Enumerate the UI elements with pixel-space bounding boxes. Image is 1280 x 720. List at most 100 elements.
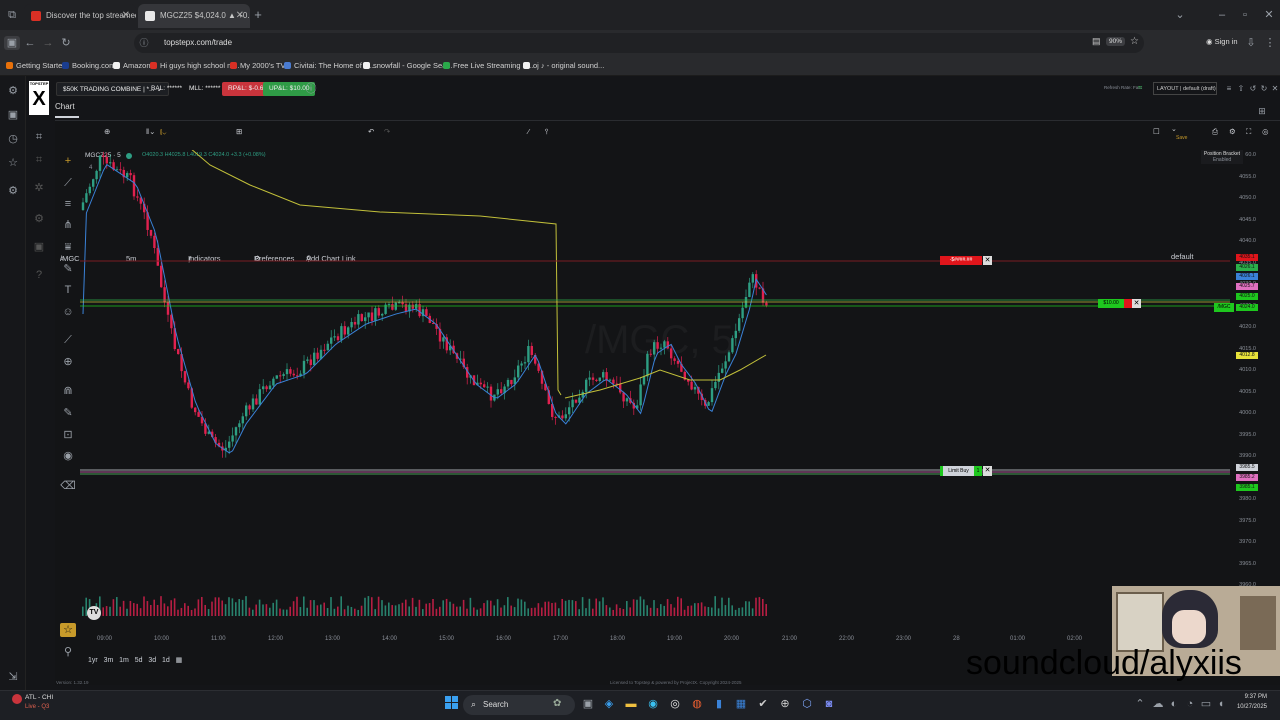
taskbar-search[interactable]: ⌕ Search ✿: [463, 695, 575, 715]
edge-icon[interactable]: ◉: [645, 697, 661, 711]
bookmark-item[interactable]: oj ♪ - original sound...: [523, 61, 604, 70]
steam-icon[interactable]: ✔: [755, 697, 771, 711]
app-icon[interactable]: ▮: [711, 697, 727, 711]
maximize-icon[interactable]: ▫: [1237, 8, 1253, 22]
reader-icon[interactable]: ▤: [1092, 36, 1101, 47]
range-button[interactable]: 1yr: [88, 657, 98, 664]
emoji-icon[interactable]: ☺: [60, 305, 76, 319]
layout-select[interactable]: LAYOUT | default (draft): [1153, 82, 1217, 95]
redo-icon[interactable]: ↷: [384, 127, 390, 136]
pin-icon[interactable]: ⚲: [60, 645, 76, 659]
back-icon[interactable]: ←: [22, 36, 38, 50]
bookmark-item[interactable]: snowfall - Google Sea...: [363, 61, 453, 70]
tab-chart[interactable]: Chart: [55, 102, 75, 111]
discord-icon[interactable]: ◙: [821, 697, 837, 711]
calendar-icon[interactable]: ▦: [176, 657, 183, 664]
weather-title[interactable]: ATL - CHI: [25, 694, 53, 701]
checkbox-icon[interactable]: ☐: [1153, 127, 1160, 136]
price-chart[interactable]: [80, 150, 1230, 630]
range-button[interactable]: 3d: [148, 657, 156, 664]
menu-dots-icon[interactable]: ⋮: [1262, 36, 1278, 50]
cancel-order-icon[interactable]: ✕: [983, 256, 992, 265]
forward-icon[interactable]: →: [40, 36, 56, 50]
sidebar-toggle-icon[interactable]: ▣: [4, 36, 20, 50]
network-icon[interactable]: ▭: [1198, 697, 1214, 711]
ruler-icon[interactable]: ⟋: [60, 333, 76, 347]
text-icon[interactable]: T: [60, 283, 76, 297]
sign-in-button[interactable]: ◉ Sign in: [1206, 37, 1238, 46]
trendline-icon[interactable]: ⟋: [60, 176, 76, 190]
store-icon[interactable]: ▦: [733, 697, 749, 711]
price-axis[interactable]: 60.04055.04050.04045.04040.04035.04030.0…: [1230, 150, 1258, 600]
limit-buy-tag[interactable]: Limit Buy: [940, 466, 974, 476]
app2-icon[interactable]: ⊕: [777, 697, 793, 711]
layout-grid-icon[interactable]: ⊞: [236, 127, 242, 136]
settings-gear-icon[interactable]: ⚙: [31, 212, 47, 226]
range-button[interactable]: 1m: [119, 657, 129, 664]
favorites-icon[interactable]: ☆: [5, 156, 21, 170]
close-icon[interactable]: ✕: [122, 4, 130, 28]
template-save[interactable]: Save: [1176, 135, 1187, 141]
eye-icon[interactable]: ◉: [60, 449, 76, 463]
bookmark-item[interactable]: Amazon: [113, 61, 151, 70]
horizontal-lines-icon[interactable]: ≡: [60, 197, 76, 211]
tray-app-icon[interactable]: ☁: [1150, 697, 1166, 711]
trade-icon[interactable]: ⚙: [5, 84, 21, 98]
history-icon[interactable]: ◷: [5, 132, 21, 146]
bookmark-item[interactable]: Hi guys high school m...: [150, 61, 240, 70]
tools-icon[interactable]: ✲: [31, 181, 47, 195]
minimize-icon[interactable]: –: [1214, 8, 1230, 22]
magnet-icon[interactable]: ⋒: [60, 384, 76, 398]
chrome-icon[interactable]: ◎: [667, 697, 683, 711]
weather-alert-icon[interactable]: [12, 694, 22, 704]
chevron-down-icon[interactable]: ⌄: [1172, 8, 1188, 22]
star-icon[interactable]: ☆: [1130, 36, 1139, 47]
position-pnl-tag[interactable]: $10.00: [1098, 299, 1124, 308]
tray-app2-icon[interactable]: ◐: [1166, 697, 1182, 711]
settings-icon[interactable]: ⚙: [5, 184, 21, 198]
settings-icon[interactable]: ⚙: [1229, 127, 1236, 136]
copilot-icon[interactable]: ◈: [601, 697, 617, 711]
brush-icon[interactable]: ✎: [60, 262, 76, 276]
window-close-icon[interactable]: ✕: [1261, 8, 1277, 22]
tray-app3-icon[interactable]: ◔: [1182, 697, 1198, 711]
camera-icon[interactable]: ◎: [1262, 127, 1269, 136]
file-explorer-icon[interactable]: ▬: [623, 697, 639, 711]
chart-icon[interactable]: ⌗: [31, 130, 47, 144]
app3-icon[interactable]: ⬡: [799, 697, 815, 711]
lock-icon[interactable]: ⊡: [60, 428, 76, 442]
close-icon[interactable]: ✕: [236, 4, 244, 28]
tab-soundcloud[interactable]: Discover the top streamed mu ✕: [24, 4, 136, 28]
windows-start-icon[interactable]: [445, 696, 459, 710]
volume-icon[interactable]: ◖: [1213, 697, 1229, 711]
range-button[interactable]: 1d: [162, 657, 170, 664]
fib-icon[interactable]: ⩸: [60, 240, 76, 254]
cursor-icon[interactable]: ⫯: [545, 127, 548, 137]
tab-trading[interactable]: MGCZ25 $4,024.0 ▲ +0.11% ✕: [138, 4, 250, 28]
fullscreen-icon[interactable]: ⛶: [1246, 127, 1251, 137]
dom-icon[interactable]: ⌗: [31, 153, 47, 167]
tradingview-logo[interactable]: TV: [87, 606, 101, 620]
account-icon[interactable]: ▣: [5, 108, 21, 122]
crosshair-icon[interactable]: +: [60, 154, 76, 168]
range-button[interactable]: 5d: [135, 657, 143, 664]
task-view-icon[interactable]: ▣: [580, 697, 596, 711]
bookmark-item[interactable]: Booking.com: [62, 61, 115, 70]
download-icon[interactable]: ⇩: [1243, 36, 1259, 50]
draw-line-icon[interactable]: ⁄: [528, 127, 529, 136]
star-icon[interactable]: ☆: [60, 623, 76, 637]
tab-actions-icon[interactable]: ⧉: [4, 8, 20, 22]
tray-chevron-icon[interactable]: ⌃: [1132, 697, 1148, 711]
stop-order-tag[interactable]: -$####.##: [940, 256, 982, 265]
zoom-indicator[interactable]: 90%: [1106, 37, 1126, 46]
firefox-icon[interactable]: ◍: [689, 697, 705, 711]
trash-icon[interactable]: ⌫: [60, 479, 76, 493]
range-button[interactable]: 3m: [104, 657, 114, 664]
pitchfork-icon[interactable]: ⋔: [60, 218, 76, 232]
tv-icon[interactable]: ▣: [31, 240, 47, 254]
bookmark-item[interactable]: Free Live Streaming &...: [443, 61, 534, 70]
url-field[interactable]: ⓘ topstepx.com/trade ▤ 90% ☆: [134, 33, 1144, 53]
template-select[interactable]: default ⌄: [1171, 125, 1194, 261]
add-panel-icon[interactable]: ⊞: [1254, 104, 1270, 118]
plus-icon[interactable]: +: [250, 8, 266, 22]
